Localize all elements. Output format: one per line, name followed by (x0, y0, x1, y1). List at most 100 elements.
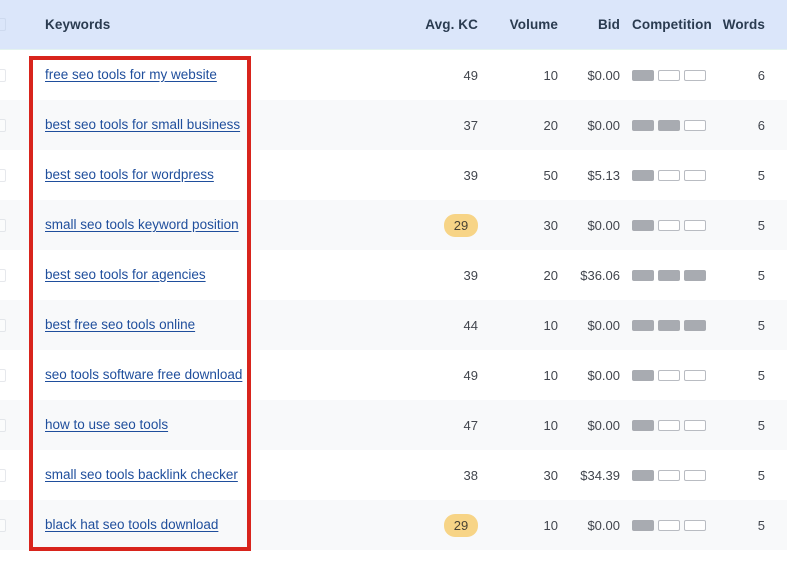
checkbox-icon[interactable] (0, 418, 6, 432)
keyword-link[interactable]: how to use seo tools (45, 417, 168, 432)
cell-bid: $0.00 (587, 317, 620, 333)
avg-kc-badge: 29 (444, 213, 478, 237)
checkbox-icon[interactable] (0, 168, 6, 182)
cell-avg-kc: 49 (402, 68, 478, 83)
row-checkbox-cell[interactable] (0, 468, 22, 482)
competition-segment-empty (658, 469, 680, 481)
avg-kc-value: 37 (463, 117, 478, 133)
cell-volume: 20 (543, 267, 558, 283)
column-header-words[interactable]: Words (717, 17, 765, 32)
table-row[interactable]: small seo tools backlink checker 38 30 $34.… (0, 450, 787, 500)
cell-bid: $5.13 (587, 167, 620, 183)
cell-bid: $0.00 (587, 67, 620, 83)
row-checkbox-cell[interactable] (0, 168, 22, 182)
competition-segment-empty (684, 169, 706, 181)
checkbox-icon[interactable] (0, 468, 6, 482)
cell-competition (620, 419, 717, 431)
column-header-volume[interactable]: Volume (478, 17, 558, 32)
table-row[interactable]: free seo tools for my website 49 10 $0.00 6 (0, 50, 787, 100)
checkbox-icon[interactable] (0, 318, 6, 332)
competition-bar (632, 219, 717, 231)
competition-segment-empty (684, 69, 706, 81)
cell-volume: 10 (543, 517, 558, 533)
competition-segment-filled (632, 169, 654, 181)
row-checkbox-cell[interactable] (0, 218, 22, 232)
checkbox-icon[interactable] (0, 118, 6, 132)
checkbox-icon[interactable] (0, 68, 6, 82)
avg-kc-value: 49 (463, 67, 478, 83)
keyword-link[interactable]: best seo tools for agencies (45, 267, 206, 282)
cell-bid: $0.00 (587, 217, 620, 233)
cell-avg-kc: 37 (402, 118, 478, 133)
cell-competition (620, 519, 717, 531)
cell-competition (620, 369, 717, 381)
cell-volume: 10 (543, 317, 558, 333)
row-checkbox-cell[interactable] (0, 118, 22, 132)
cell-keyword: best seo tools for wordpress (22, 166, 402, 184)
cell-volume: 50 (543, 167, 558, 183)
table-row[interactable]: black hat seo tools download 29 10 $0.00 5 (0, 500, 787, 550)
competition-segment-empty (684, 419, 706, 431)
competition-bar (632, 169, 717, 181)
keyword-link[interactable]: small seo tools backlink checker (45, 467, 238, 482)
column-header-bid[interactable]: Bid (558, 17, 620, 32)
checkbox-icon[interactable] (0, 218, 6, 232)
avg-kc-value: 39 (463, 267, 478, 283)
cell-keyword: small seo tools backlink checker (22, 466, 402, 484)
keyword-link[interactable]: seo tools software free download (45, 367, 242, 382)
cell-words: 6 (757, 117, 765, 133)
keyword-link[interactable]: free seo tools for my website (45, 67, 217, 82)
row-checkbox-cell[interactable] (0, 368, 22, 382)
competition-segment-empty (684, 519, 706, 531)
row-checkbox-cell[interactable] (0, 418, 22, 432)
competition-bar (632, 69, 717, 81)
select-all-checkbox-cell[interactable] (0, 18, 22, 31)
column-header-avg-kc[interactable]: Avg. KC (402, 17, 478, 32)
table-row[interactable]: best free seo tools online 44 10 $0.00 5 (0, 300, 787, 350)
cell-avg-kc: 38 (402, 468, 478, 483)
row-checkbox-cell[interactable] (0, 268, 22, 282)
table-row[interactable]: best seo tools for small business 37 20 $0.… (0, 100, 787, 150)
table-row[interactable]: best seo tools for agencies 39 20 $36.06 5 (0, 250, 787, 300)
competition-bar (632, 419, 717, 431)
keyword-link[interactable]: best seo tools for wordpress (45, 167, 214, 182)
column-header-keywords[interactable]: Keywords (22, 17, 402, 32)
table-row[interactable]: how to use seo tools 47 10 $0.00 5 (0, 400, 787, 450)
competition-segment-filled (684, 269, 706, 281)
keyword-link[interactable]: small seo tools keyword position (45, 217, 239, 232)
keyword-link[interactable]: best seo tools for small business (45, 117, 240, 132)
table-row[interactable]: best seo tools for wordpress 39 50 $5.13 5 (0, 150, 787, 200)
competition-segment-empty (684, 219, 706, 231)
competition-segment-empty (658, 169, 680, 181)
table-row[interactable]: seo tools software free download 49 10 $0.0… (0, 350, 787, 400)
cell-competition (620, 119, 717, 131)
competition-segment-empty (684, 119, 706, 131)
checkbox-icon[interactable] (0, 518, 6, 532)
checkbox-icon[interactable] (0, 268, 6, 282)
row-checkbox-cell[interactable] (0, 318, 22, 332)
keyword-link[interactable]: best free seo tools online (45, 317, 195, 332)
cell-keyword: small seo tools keyword position (22, 216, 402, 234)
cell-avg-kc: 49 (402, 368, 478, 383)
competition-segment-filled (658, 269, 680, 281)
table-row[interactable]: small seo tools keyword position 29 30 $0.0… (0, 200, 787, 250)
cell-bid: $0.00 (587, 417, 620, 433)
competition-segment-filled (658, 119, 680, 131)
checkbox-icon[interactable] (0, 18, 6, 31)
competition-segment-empty (658, 369, 680, 381)
cell-avg-kc: 39 (402, 268, 478, 283)
competition-segment-empty (658, 69, 680, 81)
cell-keyword: best free seo tools online (22, 316, 402, 334)
cell-words: 5 (757, 417, 765, 433)
cell-words: 5 (757, 517, 765, 533)
competition-segment-empty (658, 419, 680, 431)
row-checkbox-cell[interactable] (0, 68, 22, 82)
table-body: free seo tools for my website 49 10 $0.00 6 b… (0, 50, 787, 550)
avg-kc-value: 47 (463, 417, 478, 433)
keyword-link[interactable]: black hat seo tools download (45, 517, 218, 532)
checkbox-icon[interactable] (0, 368, 6, 382)
row-checkbox-cell[interactable] (0, 518, 22, 532)
column-header-competition[interactable]: Competition (620, 17, 717, 32)
cell-words: 5 (757, 467, 765, 483)
competition-segment-filled (632, 269, 654, 281)
